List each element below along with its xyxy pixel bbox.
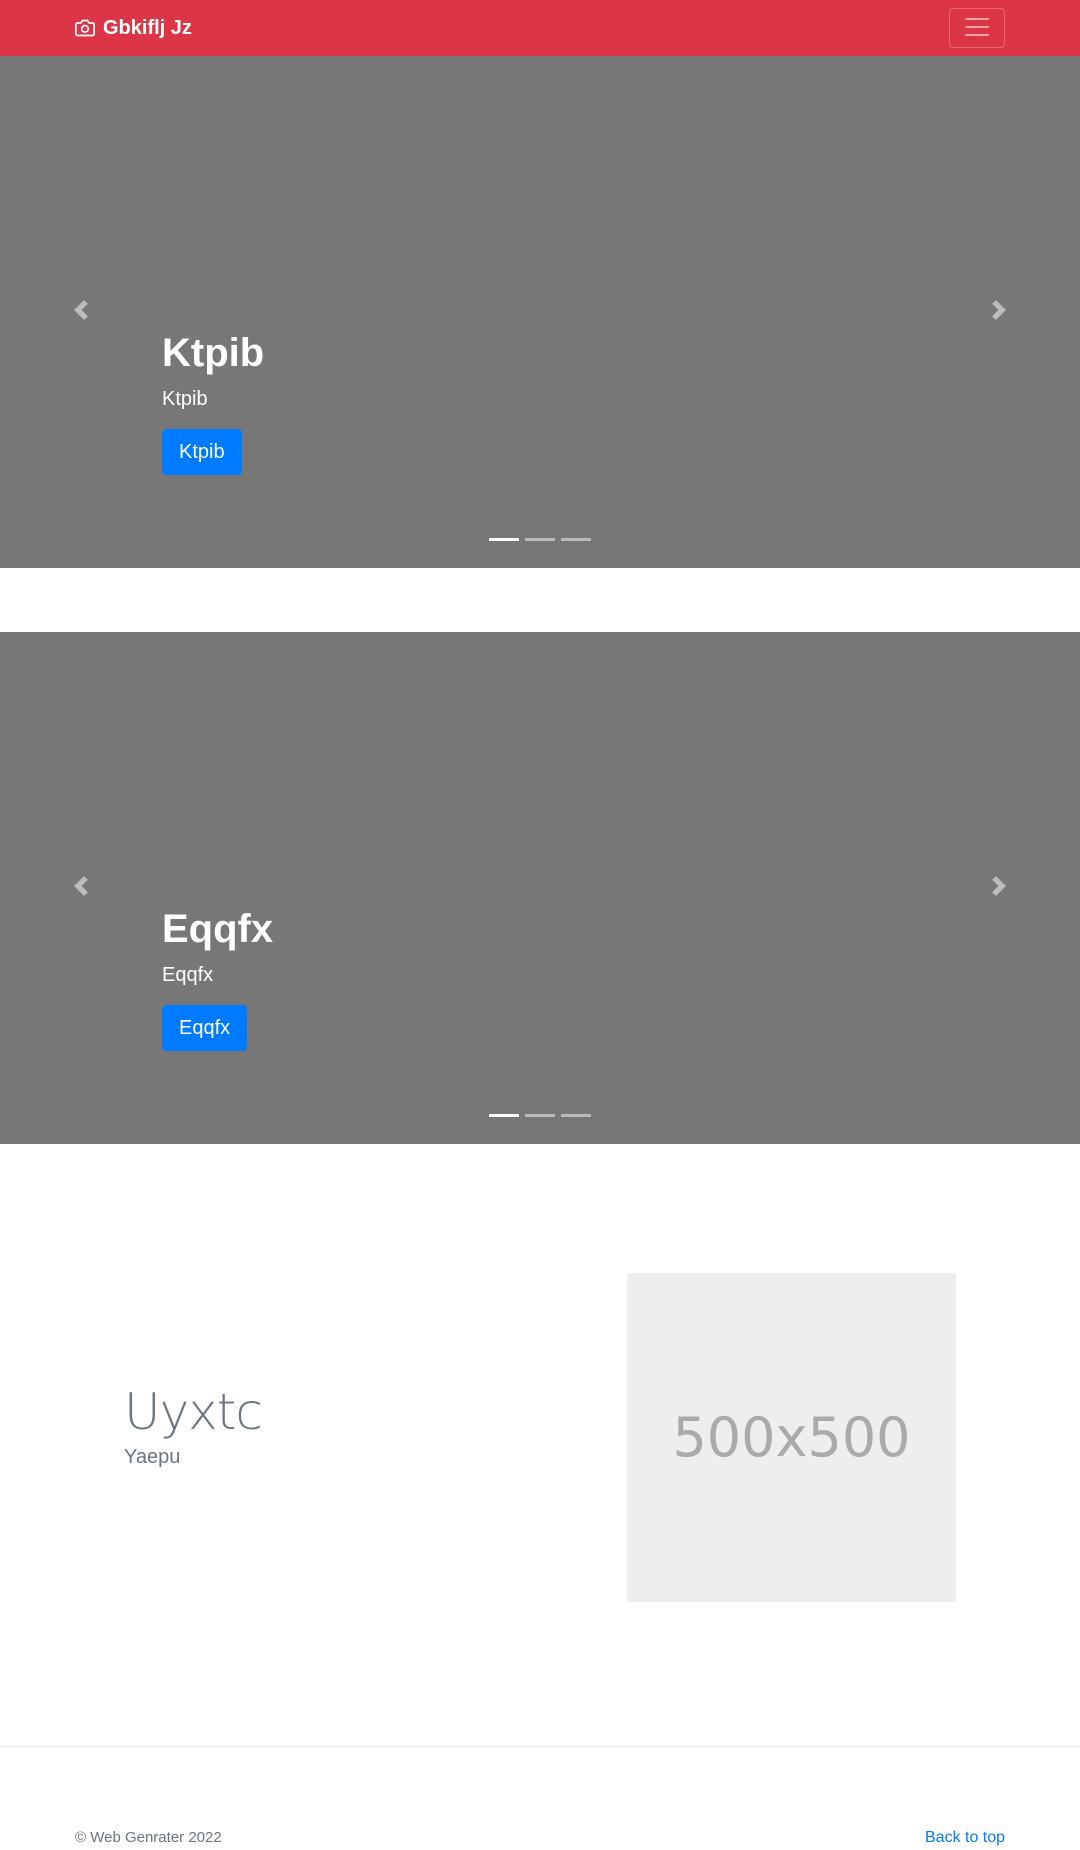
brand-name: Gbkiflj Jz	[103, 16, 192, 39]
carousel-cta-button[interactable]: Ktpib	[162, 429, 242, 475]
chevron-left-icon	[71, 875, 91, 901]
carousel-indicators	[0, 1114, 1080, 1117]
camera-icon	[75, 18, 95, 38]
carousel-next-button[interactable]	[918, 56, 1080, 568]
carousel-indicator[interactable]	[525, 1114, 555, 1117]
feature-title: Uyxtc	[124, 1383, 263, 1441]
carousel-prev-button[interactable]	[0, 632, 162, 1144]
carousel-indicator[interactable]	[489, 538, 519, 541]
chevron-right-icon	[989, 299, 1009, 325]
carousel-caption: Ktpib Ktpib Ktpib	[162, 329, 264, 475]
chevron-right-icon	[989, 875, 1009, 901]
chevron-left-icon	[71, 299, 91, 325]
carousel-heading: Eqqfx	[162, 907, 274, 951]
copyright-text: © Web Genrater 2022	[75, 1829, 222, 1846]
carousel-text: Eqqfx	[162, 964, 214, 986]
carousel-text: Ktpib	[162, 388, 208, 410]
carousel-indicator[interactable]	[489, 1114, 519, 1117]
hero-carousel-1: Ktpib Ktpib Ktpib	[0, 56, 1080, 568]
navbar: Gbkiflj Jz	[0, 0, 1080, 56]
feature-subtitle: Yaepu	[124, 1446, 181, 1468]
hamburger-icon	[962, 12, 992, 45]
carousel-heading: Ktpib	[162, 331, 265, 375]
hero-carousel-2: Eqqfx Eqqfx Eqqfx	[0, 632, 1080, 1144]
carousel-indicators	[0, 538, 1080, 541]
navbar-toggler-button[interactable]	[949, 8, 1005, 48]
carousel-indicator[interactable]	[561, 1114, 591, 1117]
carousel-indicator[interactable]	[525, 538, 555, 541]
carousel-caption: Eqqfx Eqqfx Eqqfx	[162, 905, 273, 1051]
image-placeholder: 500x500	[627, 1273, 956, 1602]
carousel-prev-button[interactable]	[0, 56, 162, 568]
carousel-indicator[interactable]	[561, 538, 591, 541]
brand-link[interactable]: Gbkiflj Jz	[75, 0, 192, 56]
carousel-cta-button[interactable]: Eqqfx	[162, 1005, 248, 1051]
footer-divider	[0, 1746, 1080, 1747]
carousel-next-button[interactable]	[918, 632, 1080, 1144]
placeholder-label: 500x500	[672, 1406, 911, 1469]
back-to-top-link[interactable]: Back to top	[925, 1829, 1005, 1847]
